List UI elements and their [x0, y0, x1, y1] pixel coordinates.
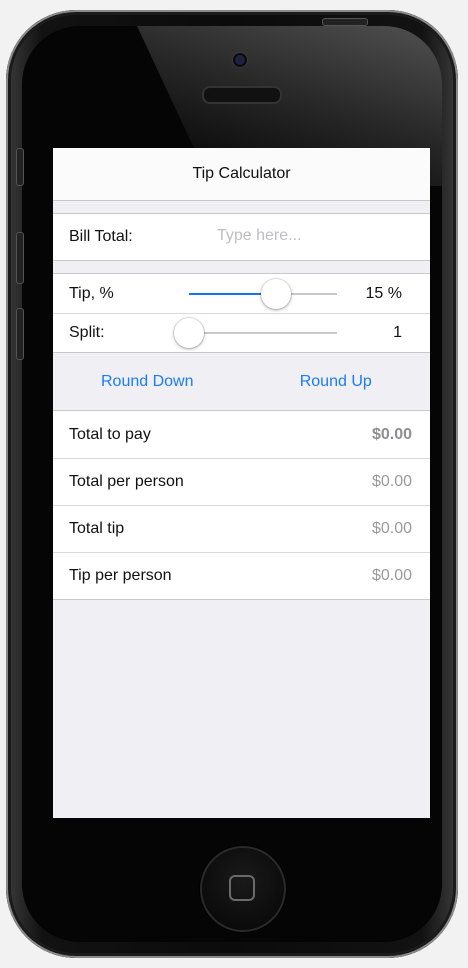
result-label: Total to pay — [69, 425, 151, 443]
split-row: Split: 1 — [53, 313, 430, 352]
round-down-button[interactable]: Round Down — [53, 373, 242, 391]
volume-down-button — [16, 308, 24, 360]
bill-total-input[interactable] — [217, 227, 407, 245]
split-slider[interactable] — [174, 318, 337, 348]
app-screen: Tip Calculator Bill Total: Tip, % 15 % S… — [53, 148, 430, 818]
round-up-button[interactable]: Round Up — [242, 373, 431, 391]
result-label: Total tip — [69, 519, 125, 537]
bill-group: Bill Total: — [53, 213, 430, 261]
bill-total-label: Bill Total: — [69, 228, 133, 245]
result-label: Tip per person — [69, 566, 172, 584]
bill-total-row: Bill Total: — [53, 214, 430, 260]
home-square-icon — [229, 875, 255, 901]
earpiece-speaker — [202, 86, 282, 104]
front-camera — [233, 53, 247, 67]
result-value: $0.00 — [371, 566, 412, 584]
tip-value: 15 % — [365, 285, 402, 302]
power-button — [322, 18, 368, 26]
volume-up-button — [16, 232, 24, 284]
result-row-total-tip: Total tip $0.00 — [53, 505, 430, 552]
tip-slider-thumb[interactable] — [261, 279, 291, 309]
result-value: $0.00 — [371, 519, 412, 537]
result-row-total-to-pay: Total to pay $0.00 — [53, 411, 430, 458]
controls-group: Tip, % 15 % Split: 1 — [53, 273, 430, 353]
home-button[interactable] — [200, 846, 286, 932]
tip-label: Tip, % — [69, 284, 114, 302]
split-label: Split: — [69, 323, 105, 341]
result-row-total-per-person: Total per person $0.00 — [53, 458, 430, 505]
page-title: Tip Calculator — [192, 165, 291, 182]
result-row-tip-per-person: Tip per person $0.00 — [53, 552, 430, 599]
result-label: Total per person — [69, 472, 184, 490]
result-value: $0.00 — [371, 425, 412, 443]
tip-slider[interactable] — [189, 279, 337, 309]
mute-switch — [16, 148, 24, 186]
navigation-bar: Tip Calculator — [53, 148, 430, 201]
split-value: 1 — [393, 324, 402, 341]
result-value: $0.00 — [371, 472, 412, 490]
results-list: Total to pay $0.00 Total per person $0.0… — [53, 410, 430, 600]
rounding-bar: Round Down Round Up — [53, 353, 430, 410]
tip-row: Tip, % 15 % — [53, 274, 430, 313]
split-slider-thumb[interactable] — [174, 318, 204, 348]
